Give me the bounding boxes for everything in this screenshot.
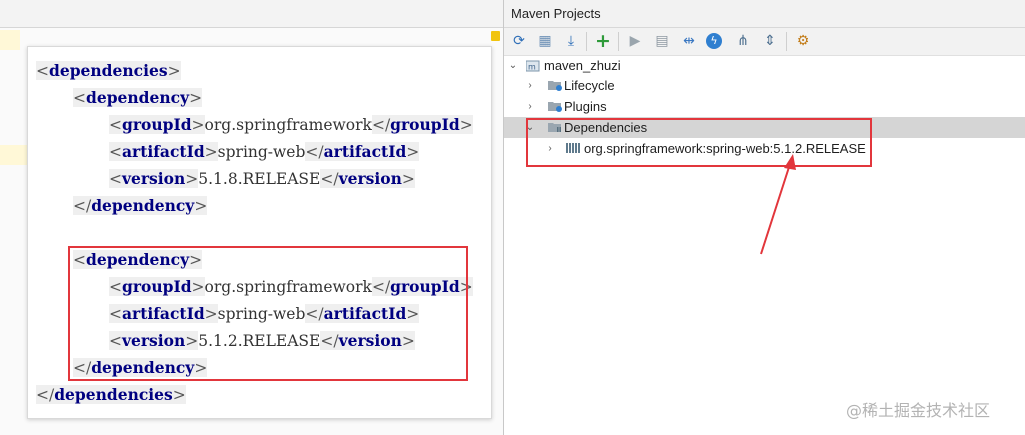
toolbar-separator	[618, 32, 619, 51]
code-line: <dependency>	[73, 86, 203, 110]
code-line: <artifactId>spring-web</artifactId>	[109, 140, 420, 164]
xml-tag: <artifactId>	[109, 142, 218, 161]
watermark: @稀土掘金技术社区	[846, 401, 991, 420]
xml-tag: <groupId>	[109, 115, 205, 134]
maven-module-icon: m	[526, 60, 540, 72]
xml-tag: <dependency>	[73, 88, 203, 107]
lifecycle-folder-icon	[548, 81, 562, 91]
settings-icon[interactable]: ⚙	[793, 31, 813, 51]
chevron-down-icon[interactable]: ⌄	[507, 55, 519, 76]
xml-tag: </dependency>	[73, 196, 208, 215]
group-id-value: org.springframework	[204, 116, 372, 134]
tree-label: Lifecycle	[564, 78, 615, 93]
code-line: <groupId>org.springframework</groupId>	[109, 113, 473, 137]
tree-node-root[interactable]: ⌄ m maven_zhuzi	[504, 55, 1025, 76]
xml-tag: </groupId>	[371, 115, 473, 134]
warning-marker-icon[interactable]	[491, 31, 500, 41]
highlight-box-dependency	[68, 246, 468, 381]
code-line: <dependencies>	[36, 59, 181, 83]
lightning-icon[interactable]: ϟ	[706, 33, 722, 49]
annotation-arrow	[760, 154, 796, 255]
svg-text:m: m	[528, 63, 536, 72]
generate-sources-icon[interactable]: ▦	[535, 31, 555, 51]
chevron-right-icon[interactable]: ›	[524, 96, 536, 117]
tree-label: maven_zhuzi	[544, 58, 621, 73]
tree-node-lifecycle[interactable]: › Lifecycle	[504, 75, 1025, 96]
code-line: </dependency>	[73, 194, 208, 218]
code-line: <version>5.1.8.RELEASE</version>	[109, 167, 415, 191]
reimport-icon[interactable]: ⟳	[509, 31, 529, 51]
collapse-all-icon[interactable]: ⇕	[760, 31, 780, 51]
download-icon[interactable]: ⤓	[561, 31, 581, 51]
xml-tag: </artifactId>	[305, 142, 420, 161]
xml-tag: <version>	[109, 169, 199, 188]
panel-title: Maven Projects	[511, 6, 601, 21]
version-value: 5.1.8.RELEASE	[198, 170, 321, 188]
maven-panel-header: Maven Projects	[504, 0, 1025, 28]
highlight-box-maven-dependency	[526, 118, 872, 167]
artifact-id-value: spring-web	[217, 143, 306, 161]
code-line: </dependencies>	[36, 383, 186, 407]
editor-tab-bar	[0, 0, 503, 28]
run-icon[interactable]: ▶	[625, 31, 645, 51]
tree-label: Plugins	[564, 99, 607, 114]
current-line-highlight	[0, 30, 20, 50]
xml-tag: </dependencies>	[36, 385, 186, 404]
toolbar-separator	[786, 32, 787, 51]
show-dependencies-icon[interactable]: ⋔	[733, 31, 753, 51]
tree-node-plugins[interactable]: › Plugins	[504, 96, 1025, 117]
current-line-highlight	[0, 145, 30, 165]
chevron-right-icon[interactable]: ›	[524, 75, 536, 96]
xml-tag: </version>	[320, 169, 415, 188]
xml-tag: <dependencies>	[36, 61, 181, 80]
toggle-offline-icon[interactable]: ⇹	[679, 31, 699, 51]
maven-toolbar: ⟳ ▦ ⤓ + ▶ ▤ ⇹ ϟ ⋔ ⇕ ⚙	[504, 28, 1025, 56]
execute-goal-icon[interactable]: ▤	[652, 31, 672, 51]
add-icon[interactable]: +	[593, 31, 613, 51]
plugins-folder-icon	[548, 102, 562, 112]
toolbar-separator	[586, 32, 587, 51]
